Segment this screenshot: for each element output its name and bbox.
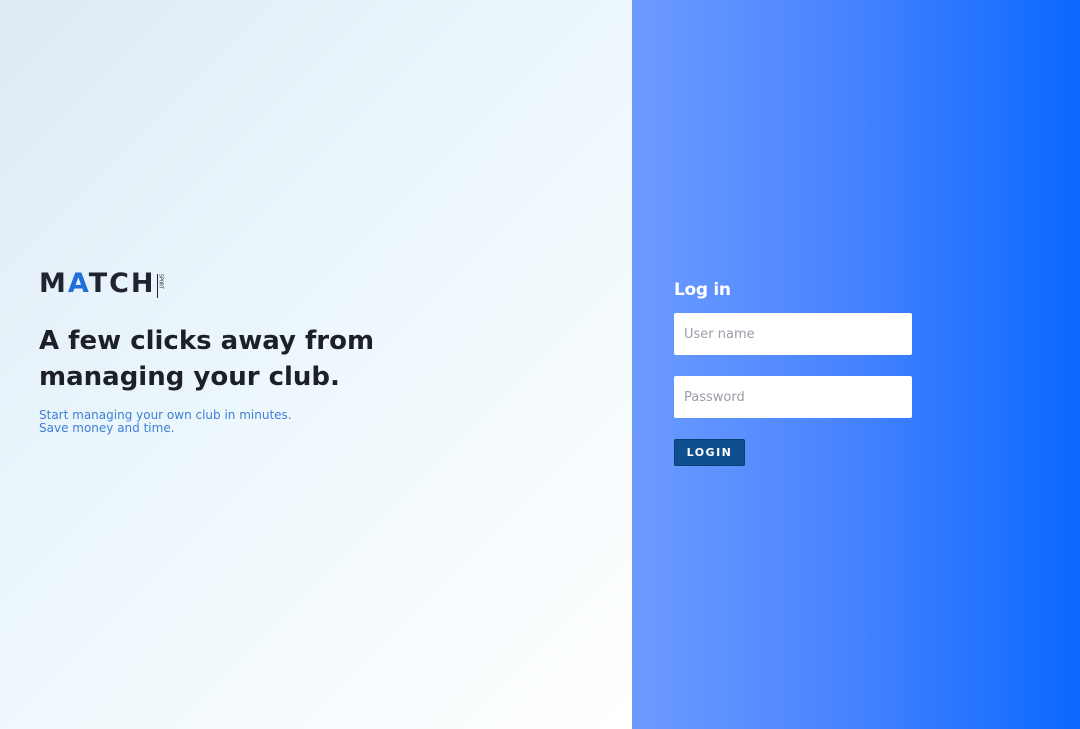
hero-headline-text: A few clicks away from managing your clu… [39,326,375,392]
hero-panel: MATCH SPORT A few clicks away from manag… [0,0,632,729]
login-button[interactable]: LOGIN [674,439,745,466]
login-panel [632,0,1080,729]
logo-letter-m: M [39,268,68,299]
logo-letters-tch: TCH [88,268,156,299]
hero-headline: A few clicks away from managing your clu… [39,323,379,395]
logo-letter-a: A [67,268,89,299]
logo-wordmark: MATCH [39,270,156,298]
username-input[interactable] [674,313,912,355]
password-input[interactable] [674,376,912,418]
hero-subtitle: Start managing your own club in minutes.… [39,409,292,435]
hero-subtitle-line-2: Save money and time. [39,421,175,435]
match-logo: MATCH SPORT [39,270,164,298]
login-title: Log in [674,280,731,300]
logo-tagline: SPORT [156,274,164,298]
login-page: MATCH SPORT A few clicks away from manag… [0,0,1080,729]
